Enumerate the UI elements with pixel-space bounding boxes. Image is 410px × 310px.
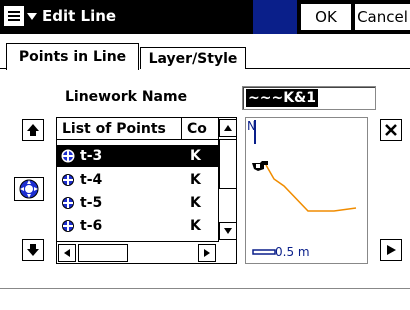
ok-button[interactable]: OK (300, 3, 352, 31)
title-bar-accent (253, 0, 297, 34)
start-menu-icon[interactable] (4, 6, 24, 26)
remove-point-button[interactable] (380, 119, 402, 141)
point-icon (62, 197, 74, 209)
scroll-up-button[interactable] (219, 119, 236, 137)
line-path (265, 164, 357, 212)
point-icon (62, 174, 74, 186)
next-button[interactable] (380, 239, 402, 261)
linework-name-label: Linework Name (65, 89, 188, 105)
triangle-left-icon (64, 249, 70, 257)
close-icon (385, 124, 397, 136)
play-right-icon (387, 245, 396, 255)
list-item[interactable]: t-5 K (57, 192, 219, 214)
tab-layer-style[interactable]: Layer/Style (140, 47, 246, 69)
cancel-button[interactable]: Cancel (354, 3, 410, 31)
column-header-code[interactable]: Co (182, 118, 219, 140)
tab-divider (0, 68, 6, 69)
hscroll-thumb[interactable] (78, 244, 128, 262)
point-picker-button[interactable] (14, 177, 44, 201)
bottom-divider (0, 288, 410, 289)
point-code: K (190, 218, 201, 234)
triangle-down-icon (224, 228, 232, 234)
point-name: t-6 (80, 218, 103, 234)
arrow-up-icon (27, 124, 39, 136)
map-preview[interactable]: N 0.5 m (245, 117, 368, 264)
point-picker-icon (19, 179, 39, 199)
point-name: t-3 (80, 148, 103, 164)
scroll-left-button[interactable] (58, 244, 76, 262)
list-item[interactable]: t-4 K (57, 169, 219, 191)
arrow-down-icon (27, 244, 39, 256)
list-item[interactable]: t-6 K (57, 215, 219, 237)
scale-bar-icon (252, 249, 276, 255)
point-code: K (190, 172, 201, 188)
triangle-up-icon (224, 125, 232, 131)
window-title: Edit Line (42, 7, 117, 25)
point-name: t-4 (80, 172, 103, 188)
move-down-button[interactable] (22, 239, 44, 261)
point-icon (61, 149, 75, 163)
linework-name-value: ~~~K&1 (246, 89, 318, 107)
map-canvas: N 0.5 m (247, 119, 357, 259)
point-code: K (190, 195, 201, 211)
triangle-right-icon (204, 249, 210, 257)
move-up-button[interactable] (22, 119, 44, 141)
column-header-points[interactable]: List of Points (57, 118, 182, 140)
point-icon (62, 220, 74, 232)
list-item[interactable]: t-3 K (57, 145, 219, 167)
vertical-scrollbar[interactable] (218, 118, 236, 241)
tab-divider (246, 68, 410, 69)
scroll-thumb[interactable] (219, 139, 236, 189)
point-code: K (190, 148, 201, 164)
points-list[interactable]: List of Points Co t-3 K t-4 K t-5 K t-6 … (56, 117, 237, 264)
cursor-hand-icon (252, 161, 268, 171)
scale-label: 0.5 m (275, 245, 310, 259)
scroll-down-button[interactable] (219, 222, 236, 240)
tab-points-in-line[interactable]: Points in Line (6, 43, 139, 70)
menu-dropdown-icon[interactable] (27, 13, 37, 20)
point-name: t-5 (80, 195, 103, 211)
horizontal-scrollbar[interactable] (57, 241, 219, 263)
scroll-right-button[interactable] (198, 244, 216, 262)
